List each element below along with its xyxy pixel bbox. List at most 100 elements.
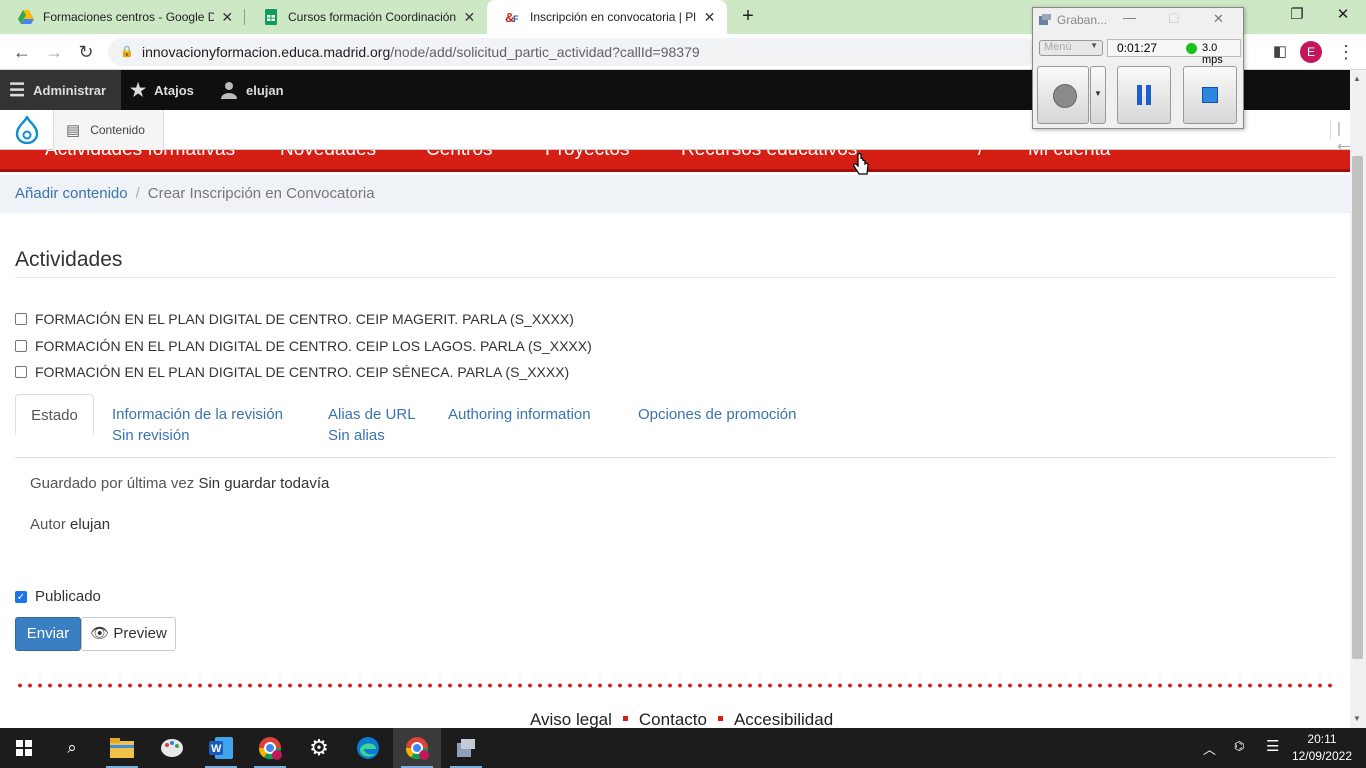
browser-tab-sheets[interactable]: Cursos formación Coordinación ✕ [245, 0, 487, 34]
stop-button[interactable] [1183, 66, 1237, 124]
network-icon[interactable]: ⌬ [1234, 739, 1244, 753]
tab-url-alias[interactable]: Alias de URL Sin alias [328, 394, 416, 446]
chrome-profile-icon[interactable] [246, 728, 294, 768]
recording-rate: 3.0 mps [1202, 42, 1223, 66]
menu-dots-icon[interactable]: ⋮ [1334, 40, 1358, 64]
toolbar-atajos[interactable]: ★ Atajos [130, 70, 194, 110]
published-checkbox[interactable]: ✓ [15, 590, 27, 603]
tab-authoring[interactable]: Authoring information [448, 394, 591, 425]
drupal-logo-icon[interactable] [0, 110, 54, 150]
activity-checkbox-row[interactable]: FORMACIÓN EN EL PLAN DIGITAL DE CENTRO. … [15, 364, 569, 380]
stop-icon [1202, 87, 1218, 103]
google-sheets-icon [265, 9, 277, 25]
chevron-up-icon[interactable]: ︿ [1203, 739, 1216, 758]
close-icon[interactable]: ✕ [702, 9, 717, 26]
breadcrumb-current: Crear Inscripción en Convocatoria [147, 185, 375, 202]
footer-link-accessibility[interactable]: Accesibilidad [734, 710, 833, 729]
tab-summary: Sin revisión [112, 427, 190, 444]
toolbar-administrar[interactable]: ☰ Administrar [0, 70, 121, 110]
activity-label: FORMACIÓN EN EL PLAN DIGITAL DE CENTRO. … [35, 338, 592, 354]
toolbar-user[interactable]: elujan [220, 70, 284, 110]
tab-revision[interactable]: Información de la revisión Sin revisión [112, 394, 283, 446]
scroll-up-icon[interactable]: ▲ [1353, 74, 1361, 83]
drupal-drop-icon [15, 116, 38, 144]
activity-checkbox[interactable] [15, 313, 27, 325]
minimize-icon[interactable]: — [1123, 10, 1136, 25]
nav-mi-cuenta[interactable]: Mi cuenta [1028, 150, 1110, 161]
preview-button[interactable]: 👁 Preview [81, 617, 176, 651]
activity-checkbox-row[interactable]: FORMACIÓN EN EL PLAN DIGITAL DE CENTRO. … [15, 338, 592, 354]
recording-time: 0:01:27 [1117, 41, 1158, 55]
pause-icon [1137, 85, 1142, 105]
published-checkbox-row[interactable]: ✓ Publicado [15, 588, 101, 605]
tab-estado[interactable]: Estado [15, 394, 94, 435]
side-panel-icon[interactable]: ◧ [1268, 40, 1292, 64]
settings-gear-icon[interactable]: ⚙ [295, 728, 343, 768]
nav-actividades[interactable]: Actividades formativas [45, 150, 235, 161]
close-icon[interactable]: ✕ [1213, 11, 1224, 27]
record-icon [1053, 84, 1077, 108]
search-icon[interactable]: ⌕ [48, 728, 96, 768]
record-options-button[interactable]: ▼ [1090, 66, 1106, 124]
activity-checkbox[interactable] [15, 366, 27, 378]
footer-link-contact[interactable]: Contacto [639, 710, 707, 729]
windows-taskbar: ⌕ W ⚙ ︿ ⌬ ☰ 20:11 12/09/2022 [0, 728, 1366, 768]
windows-start-icon[interactable] [0, 728, 48, 768]
close-icon[interactable]: ✕ [220, 9, 236, 26]
file-explorer-icon[interactable] [98, 728, 146, 768]
system-clock[interactable]: 20:11 12/09/2022 [1292, 731, 1352, 765]
pause-button[interactable] [1117, 66, 1171, 124]
eye-icon: 👁 [90, 625, 110, 642]
reload-icon[interactable]: ↻ [74, 40, 98, 64]
tray-contenido[interactable]: ▤ Contenido [54, 110, 164, 150]
record-button[interactable] [1037, 66, 1089, 124]
nav-novedades[interactable]: Novedades [280, 150, 376, 161]
scroll-thumb[interactable] [1352, 156, 1363, 659]
breadcrumb: Añadir contenido / Crear Inscripción en Co… [0, 175, 1350, 213]
page-scrollbar[interactable]: ▲ ▼ [1350, 70, 1366, 728]
last-saved-info: Guardado por última vez Sin guardar toda… [30, 475, 330, 492]
site-favicon: &F [505, 9, 521, 25]
recorder-app-icon[interactable] [442, 728, 490, 768]
footer-link-legal[interactable]: Aviso legal [530, 710, 612, 729]
tab-promotion[interactable]: Opciones de promoción [638, 394, 796, 425]
chevron-down-icon: ▼ [1090, 41, 1098, 50]
notifications-icon[interactable]: ☰ [1266, 737, 1279, 755]
edge-icon[interactable] [344, 728, 392, 768]
chevron-down-icon: ▼ [1094, 89, 1102, 98]
paint-app-icon[interactable] [148, 728, 196, 768]
nav-proyectos[interactable]: Proyectos [545, 150, 629, 161]
new-tab-button[interactable]: + [737, 5, 759, 27]
back-icon[interactable]: ← [10, 40, 34, 64]
address-bar[interactable]: 🔒 innovacionyformacion.educa.madrid.org/… [108, 38, 1038, 66]
recorder-menu-select[interactable]: Menú ▼ [1039, 40, 1103, 56]
nav-centros[interactable]: Centros [426, 150, 493, 161]
activity-label: FORMACIÓN EN EL PLAN DIGITAL DE CENTRO. … [35, 364, 570, 380]
user-icon [221, 82, 237, 99]
hand-cursor-icon [853, 153, 869, 175]
chrome-active-icon[interactable] [393, 728, 441, 768]
restore-icon[interactable]: ❐ [1274, 0, 1320, 32]
lock-icon: 🔒 [120, 46, 134, 58]
section-divider [15, 277, 1335, 278]
tab-label: Formaciones centros - Google Drive [43, 10, 214, 24]
scroll-down-icon[interactable]: ▼ [1353, 714, 1361, 723]
url-text: innovacionyformacion.educa.madrid.org/no… [142, 44, 700, 60]
submit-button[interactable]: Enviar [15, 617, 81, 651]
star-icon: ★ [130, 79, 147, 100]
profile-avatar[interactable]: E [1300, 41, 1322, 63]
forward-icon[interactable]: → [42, 40, 66, 64]
svg-text:F: F [513, 14, 519, 24]
close-icon[interactable]: ✕ [462, 9, 477, 26]
breadcrumb-link[interactable]: Añadir contenido [15, 185, 128, 202]
nav-recursos[interactable]: Recursos educativos [681, 150, 857, 161]
browser-tab-active[interactable]: &F Inscripción en convocatoria | Platafo… [487, 0, 727, 34]
activity-checkbox[interactable] [15, 340, 27, 352]
close-window-icon[interactable]: ✕ [1320, 0, 1366, 32]
browser-tab-drive[interactable]: Formaciones centros - Google Drive ✕ [0, 0, 245, 34]
activity-checkbox-row[interactable]: FORMACIÓN EN EL PLAN DIGITAL DE CENTRO. … [15, 311, 574, 327]
word-icon[interactable]: W [197, 728, 245, 768]
tab-label: Cursos formación Coordinación [288, 10, 456, 24]
svg-text:W: W [211, 743, 222, 755]
maximize-icon: ☐ [1168, 11, 1180, 26]
